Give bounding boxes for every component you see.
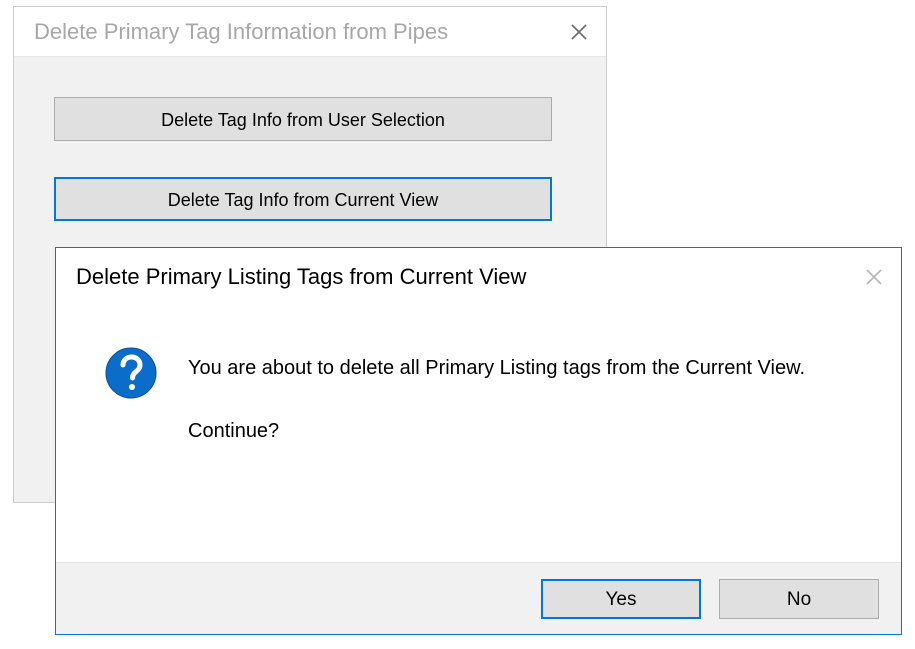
parent-title: Delete Primary Tag Information from Pipe… <box>34 19 448 45</box>
delete-user-selection-button[interactable]: Delete Tag Info from User Selection <box>54 97 552 141</box>
close-icon[interactable] <box>863 266 885 288</box>
parent-titlebar: Delete Primary Tag Information from Pipe… <box>14 7 606 57</box>
no-button[interactable]: No <box>719 579 879 619</box>
yes-button[interactable]: Yes <box>541 579 701 619</box>
question-icon <box>104 346 158 562</box>
confirm-title: Delete Primary Listing Tags from Current… <box>76 264 526 290</box>
confirm-titlebar: Delete Primary Listing Tags from Current… <box>56 248 901 306</box>
confirm-message: You are about to delete all Primary List… <box>188 354 871 562</box>
delete-current-view-button[interactable]: Delete Tag Info from Current View <box>54 177 552 221</box>
confirm-message-line1: You are about to delete all Primary List… <box>188 354 871 383</box>
close-icon[interactable] <box>568 21 590 43</box>
confirm-footer: Yes No <box>56 562 901 634</box>
confirm-body: You are about to delete all Primary List… <box>56 306 901 562</box>
confirm-dialog: Delete Primary Listing Tags from Current… <box>55 247 902 635</box>
confirm-message-line2: Continue? <box>188 417 871 446</box>
